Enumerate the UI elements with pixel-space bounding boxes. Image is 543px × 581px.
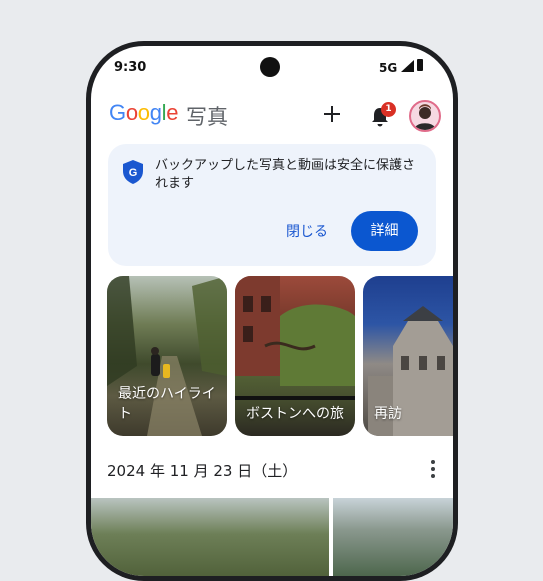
photo-grid [91,498,453,576]
phone-screen: 9:30 5G Google 写真 1 G バックアップした写真と動画は安全に保… [91,46,453,576]
logo-letter: o [125,100,138,125]
logo-letter: g [149,100,162,125]
signal-icon [401,60,414,72]
network-type: 5G [379,61,398,75]
backup-message: バックアップした写真と動画は安全に保護されます [155,158,416,191]
memory-label: ボストンへの旅 [246,406,344,422]
memory-card-boston[interactable]: ボストンへの旅 [235,276,355,436]
plus-icon[interactable] [323,103,341,127]
details-button[interactable]: 詳細 [351,211,418,251]
photo-thumbnail[interactable] [91,498,329,576]
dismiss-button[interactable]: 閉じる [271,214,343,250]
date-label: 2024 年 11 月 23 日（土） [107,462,298,480]
avatar[interactable] [409,100,441,132]
memory-card-revisit[interactable]: 再訪 [363,276,453,436]
backup-card: G バックアップした写真と動画は安全に保護されます 閉じる 詳細 [108,144,436,266]
plus-glyph [324,106,340,122]
date-header: 2024 年 11 月 23 日（土） [107,450,437,490]
memories-carousel[interactable]: 最近のハイライト ボストンへの旅 再訪 [107,276,453,436]
avatar-image [414,104,436,130]
memory-label: 再訪 [374,406,402,422]
camera-cutout [260,57,280,77]
logo-letter: e [166,100,179,125]
svg-text:G: G [129,167,138,179]
app-title: 写真 [186,105,228,129]
app-bar: Google 写真 1 [91,98,453,134]
notification-badge: 1 [381,102,396,117]
photo-thumbnail[interactable] [333,498,453,576]
status-bar: 9:30 5G [91,46,453,90]
shield-icon: G [123,160,143,184]
logo-letter: G [109,100,126,125]
google-logo: Google [109,100,178,126]
status-time: 9:30 [114,60,147,75]
memory-card-highlights[interactable]: 最近のハイライト [107,276,227,436]
battery-icon [417,59,423,71]
logo-letter: o [137,100,150,125]
memory-label: 最近のハイライト [118,386,216,422]
more-options-icon[interactable] [425,458,441,482]
